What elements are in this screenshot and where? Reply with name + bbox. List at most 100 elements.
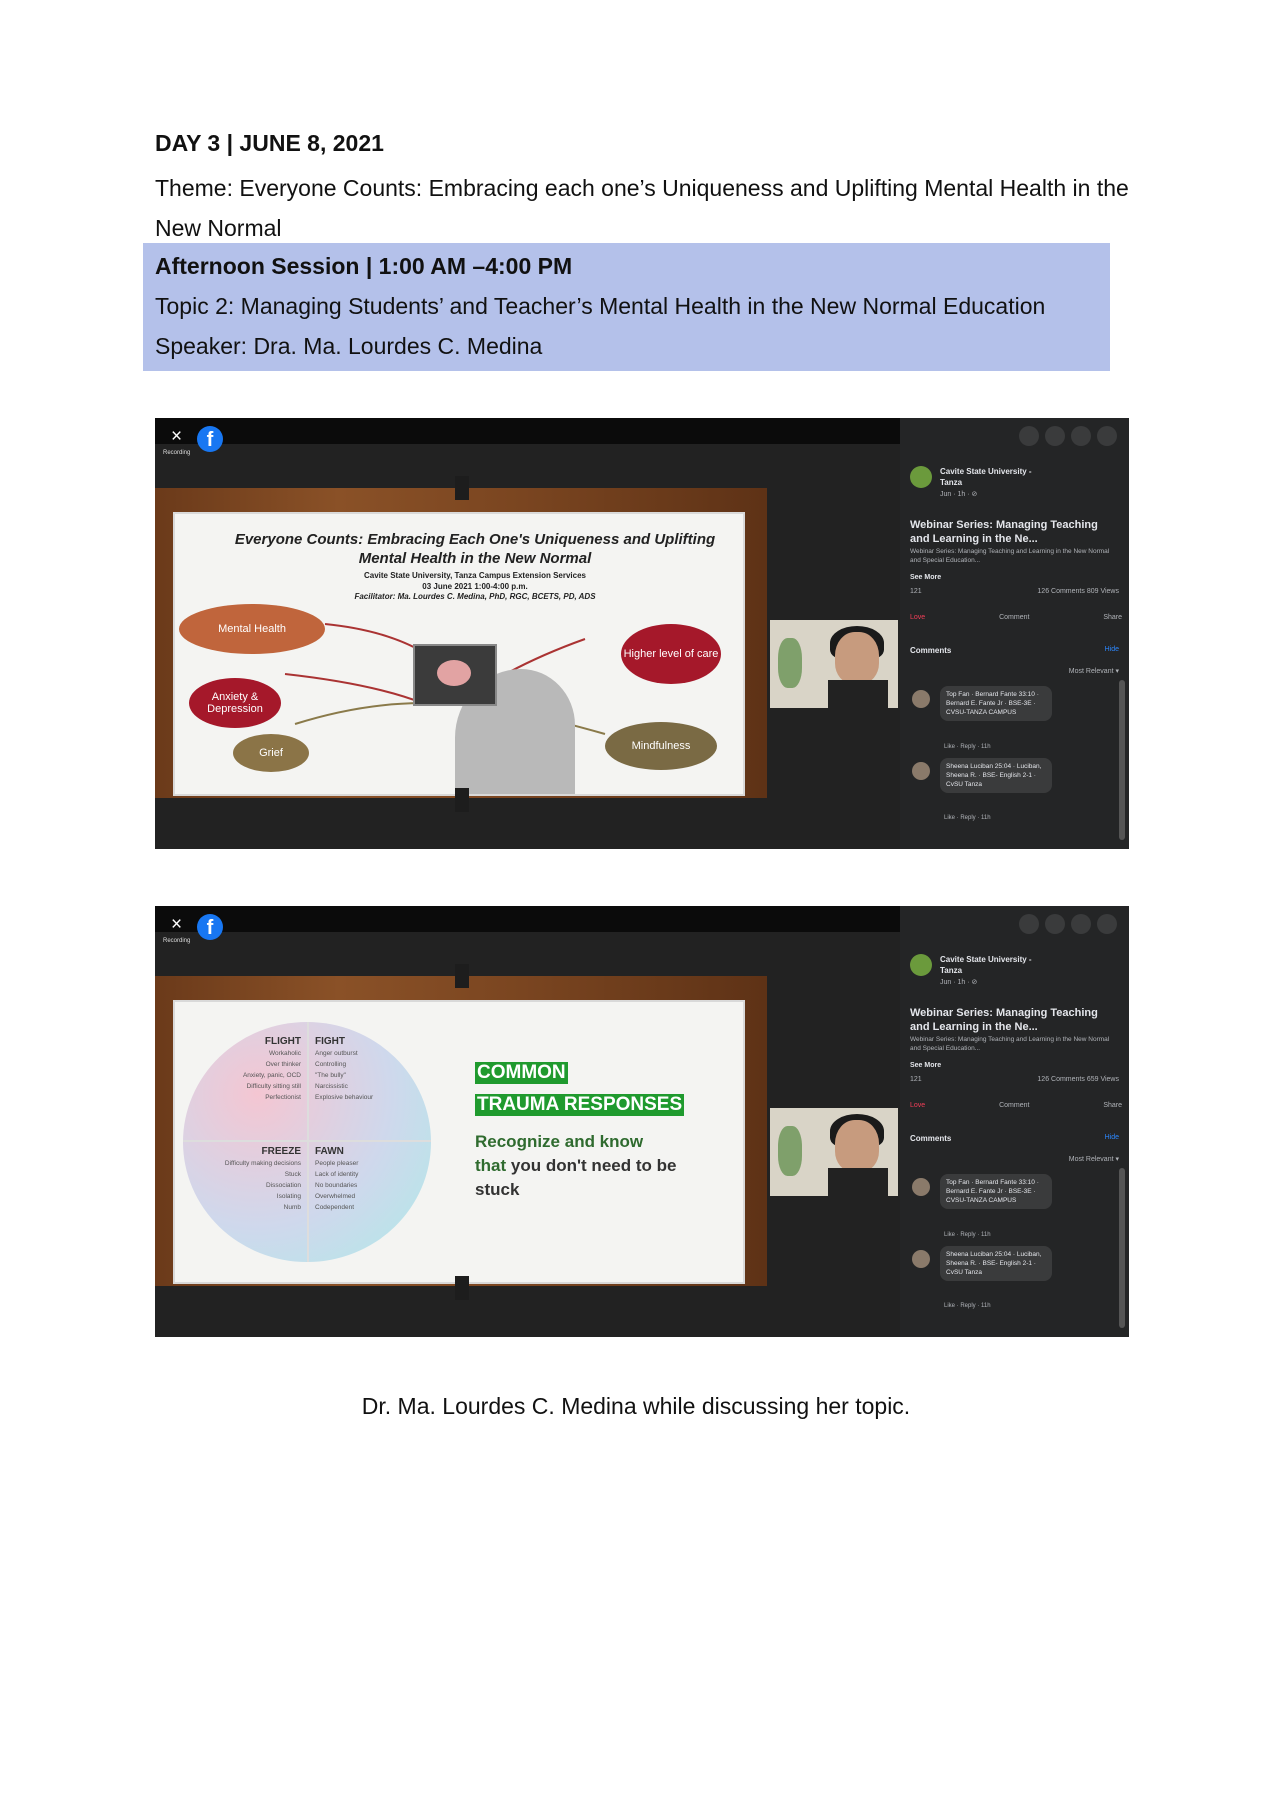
plus-icon[interactable] <box>1019 914 1039 934</box>
speaker-webcam <box>770 1108 898 1196</box>
share-button[interactable]: Share <box>1103 614 1122 621</box>
list-item: Difficulty sitting still <box>246 1083 301 1090</box>
webinar-screenshot-1: × f Recording Everyone Counts: Embracing… <box>155 418 1129 849</box>
list-item: Controlling <box>315 1061 347 1068</box>
facebook-icon[interactable]: f <box>197 914 223 940</box>
close-icon[interactable]: × <box>171 427 182 446</box>
facebook-live-panel: Cavite State University - Tanza Jun · 1h… <box>900 418 1129 849</box>
chevron-down-icon[interactable] <box>1097 914 1117 934</box>
facebook-live-panel: Cavite State University - Tanza Jun · 1h… <box>900 906 1129 1337</box>
bell-icon[interactable] <box>1071 914 1091 934</box>
page-name[interactable]: Cavite State University - Tanza <box>940 466 1050 488</box>
list-item: Overwhelmed <box>315 1193 356 1200</box>
list-item: Narcissistic <box>315 1083 348 1090</box>
presentation-slide: Everyone Counts: Embracing Each One's Un… <box>173 512 745 796</box>
comment-button[interactable]: Comment <box>999 1102 1029 1109</box>
list-item: Dissociation <box>265 1182 301 1189</box>
divider <box>307 1022 309 1262</box>
list-item: Codependent <box>315 1204 355 1211</box>
slide-clip <box>455 1276 469 1300</box>
fight-quadrant: FIGHT Anger outburst Controlling "The bu… <box>315 1036 425 1103</box>
freeze-quadrant: FREEZE Difficulty making decisions Stuck… <box>195 1146 301 1213</box>
scrollbar[interactable] <box>1119 1168 1125 1328</box>
fight-title: FIGHT <box>315 1036 345 1047</box>
post-title: Webinar Series: Managing Teaching and Le… <box>910 519 1098 545</box>
post-description: Webinar Series: Managing Teaching and Le… <box>910 548 1110 564</box>
reaction-count[interactable]: 121 <box>910 588 922 595</box>
page-avatar[interactable] <box>910 466 932 488</box>
sort-dropdown[interactable]: Most Relevant ▾ <box>1069 667 1119 675</box>
post-actions: Love Comment Share <box>910 614 1122 621</box>
list-item: Perfectionist <box>265 1094 301 1101</box>
messenger-icon[interactable] <box>1045 426 1065 446</box>
oval-mindfulness: Mindfulness <box>605 722 717 770</box>
sort-dropdown[interactable]: Most Relevant ▾ <box>1069 1155 1119 1163</box>
comment-actions[interactable]: Like · Reply · 11h <box>944 1303 991 1309</box>
list-item: Over thinker <box>265 1061 301 1068</box>
recognize-that: that <box>475 1156 507 1175</box>
post-meta: Jun · 1h · ⊘ <box>940 491 978 498</box>
list-item: Difficulty making decisions <box>224 1160 301 1167</box>
presentation-slide: FLIGHT Workaholic Over thinker Anxiety, … <box>173 1000 745 1284</box>
comment-bubble: Sheena Luciban 25:04 · Luciban, Sheena R… <box>940 758 1052 793</box>
video-top-bar <box>155 906 900 932</box>
topic-text: Topic 2: Managing Students’ and Teacher’… <box>155 293 1046 319</box>
theme-text: Theme: Everyone Counts: Embracing each o… <box>155 175 1129 241</box>
comment-button[interactable]: Comment <box>999 614 1029 621</box>
fawn-title: FAWN <box>315 1146 344 1157</box>
comment-actions[interactable]: Like · Reply · 11h <box>944 1232 991 1238</box>
post-title: Webinar Series: Managing Teaching and Le… <box>910 1007 1098 1033</box>
slide-clip <box>455 788 469 812</box>
bell-icon[interactable] <box>1071 426 1091 446</box>
session-title: Afternoon Session | 1:00 AM –4:00 PM <box>155 253 573 279</box>
love-button[interactable]: Love <box>910 1102 925 1109</box>
post-description: Webinar Series: Managing Teaching and Le… <box>910 1036 1110 1052</box>
see-more-link[interactable]: See More <box>910 1062 941 1069</box>
page-name[interactable]: Cavite State University - Tanza <box>940 954 1050 976</box>
fawn-quadrant: FAWN People pleaser Lack of identity No … <box>315 1146 425 1213</box>
list-item: People pleaser <box>315 1160 359 1167</box>
oval-higher-care: Higher level of care <box>621 624 721 684</box>
oval-mental-health: Mental Health <box>179 604 325 654</box>
day-title: DAY 3 | JUNE 8, 2021 <box>155 130 384 156</box>
flight-title: FLIGHT <box>264 1036 301 1047</box>
comment-actions[interactable]: Like · Reply · 11h <box>944 815 991 821</box>
comment-actions[interactable]: Like · Reply · 11h <box>944 744 991 750</box>
love-button[interactable]: Love <box>910 614 925 621</box>
reaction-count[interactable]: 121 <box>910 1076 922 1083</box>
hide-link[interactable]: Hide <box>1105 1134 1119 1141</box>
list-item: Explosive behaviour <box>315 1094 374 1101</box>
avatar[interactable] <box>912 1250 930 1268</box>
oval-anxiety: Anxiety & Depression <box>189 678 281 728</box>
comments-heading: Comments <box>910 646 952 655</box>
recognize-rest: you don't need to be stuck <box>475 1156 677 1199</box>
common-heading: COMMON <box>475 1062 568 1084</box>
plus-icon[interactable] <box>1019 426 1039 446</box>
divider <box>183 1140 431 1142</box>
list-item: Anxiety, panic, OCD <box>242 1072 301 1079</box>
recognize-text: Recognize and know that you don't need t… <box>475 1130 715 1202</box>
chevron-down-icon[interactable] <box>1097 426 1117 446</box>
close-icon[interactable]: × <box>171 915 182 934</box>
list-item: "The bully" <box>315 1072 346 1079</box>
share-button[interactable]: Share <box>1103 1102 1122 1109</box>
hide-link[interactable]: Hide <box>1105 646 1119 653</box>
page-avatar[interactable] <box>910 954 932 976</box>
freeze-title: FREEZE <box>261 1146 301 1157</box>
avatar[interactable] <box>912 1178 930 1196</box>
recognize-line: Recognize and know <box>475 1132 644 1151</box>
recording-label: Recording <box>163 938 191 944</box>
post-stats: 126 Comments 659 Views <box>1037 1076 1119 1083</box>
post-actions: Love Comment Share <box>910 1102 1122 1109</box>
messenger-icon[interactable] <box>1045 914 1065 934</box>
facebook-icon[interactable]: f <box>197 426 223 452</box>
webinar-screenshot-2: × f Recording FLIGHT Workaholic Over thi… <box>155 906 1129 1337</box>
avatar[interactable] <box>912 762 930 780</box>
see-more-link[interactable]: See More <box>910 574 941 581</box>
speaker-webcam <box>770 620 898 708</box>
scrollbar[interactable] <box>1119 680 1125 840</box>
comments-heading: Comments <box>910 1134 952 1143</box>
oval-grief: Grief <box>233 734 309 772</box>
post-meta: Jun · 1h · ⊘ <box>940 979 978 986</box>
avatar[interactable] <box>912 690 930 708</box>
